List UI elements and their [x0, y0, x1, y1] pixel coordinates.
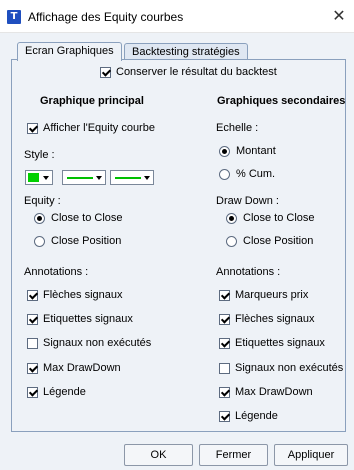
keep-result-checkbox[interactable] — [100, 67, 111, 78]
scale-montant-label: Montant — [236, 145, 276, 157]
style-label: Style : — [24, 149, 55, 161]
right-annotation-label: Légende — [235, 410, 278, 422]
title-bar: T Affichage des Equity courbes ✕ — [0, 0, 354, 33]
chevron-down-icon — [144, 176, 150, 180]
scale-montant-radio[interactable] — [219, 146, 230, 157]
left-annotation-label: Flèches signaux — [43, 289, 123, 301]
tab-ecran-graphiques[interactable]: Ecran Graphiques — [17, 42, 122, 61]
right-annotation-label: Marqueurs prix — [235, 289, 309, 301]
ok-button[interactable]: OK — [124, 444, 193, 466]
app-icon: T — [7, 10, 21, 24]
drawdown-close-to-close-label: Close to Close — [243, 212, 315, 224]
show-equity-label: Afficher l'Equity courbe — [43, 122, 155, 134]
equity-label: Equity : — [24, 195, 61, 207]
show-equity-checkbox[interactable] — [27, 123, 38, 134]
drawdown-close-position-radio[interactable] — [226, 236, 237, 247]
drawdown-close-position-label: Close Position — [243, 235, 314, 247]
scale-cum-label: % Cum. — [236, 168, 276, 180]
tab-backtesting-strategies[interactable]: Backtesting stratégies — [124, 43, 248, 59]
left-annotation-checkbox[interactable] — [27, 363, 38, 374]
left-annotation-label: Max DrawDown — [43, 362, 121, 374]
line-style-preview — [67, 177, 93, 179]
line-style-preview — [115, 177, 141, 179]
right-annotation-checkbox[interactable] — [219, 314, 230, 325]
left-annotation-label: Légende — [43, 386, 86, 398]
chevron-down-icon — [43, 176, 49, 180]
right-annotation-checkbox[interactable] — [219, 290, 230, 301]
style-color-dropdown[interactable] — [25, 170, 53, 185]
equity-close-to-close-radio[interactable] — [34, 213, 45, 224]
window-title: Affichage des Equity courbes — [28, 10, 184, 24]
right-annotation-label: Etiquettes signaux — [235, 337, 325, 349]
right-annotation-label: Flèches signaux — [235, 313, 315, 325]
left-annotation-checkbox[interactable] — [27, 314, 38, 325]
style-line-dropdown-2[interactable] — [110, 170, 154, 185]
scale-cum-radio[interactable] — [219, 169, 230, 180]
left-annotations-label: Annotations : — [24, 266, 89, 278]
color-swatch — [28, 173, 39, 182]
equity-close-position-radio[interactable] — [34, 236, 45, 247]
close-button[interactable]: Fermer — [199, 444, 268, 466]
drawdown-label: Draw Down : — [216, 195, 279, 207]
right-annotation-label: Signaux non exécutés — [235, 362, 344, 374]
right-annotation-checkbox[interactable] — [219, 363, 230, 374]
left-annotation-label: Signaux non exécutés — [43, 337, 152, 349]
drawdown-close-to-close-radio[interactable] — [226, 213, 237, 224]
left-annotation-checkbox[interactable] — [27, 290, 38, 301]
equity-close-to-close-label: Close to Close — [51, 212, 123, 224]
right-annotation-label: Max DrawDown — [235, 386, 313, 398]
apply-button[interactable]: Appliquer — [274, 444, 348, 466]
scale-label: Echelle : — [216, 122, 259, 134]
left-annotation-label: Etiquettes signaux — [43, 313, 133, 325]
right-annotation-checkbox[interactable] — [219, 387, 230, 398]
secondary-charts-heading: Graphiques secondaires — [217, 95, 346, 107]
left-annotation-checkbox[interactable] — [27, 387, 38, 398]
equity-close-position-label: Close Position — [51, 235, 122, 247]
chevron-down-icon — [96, 176, 102, 180]
left-annotation-checkbox[interactable] — [27, 338, 38, 349]
right-annotation-checkbox[interactable] — [219, 411, 230, 422]
main-chart-heading: Graphique principal — [40, 95, 144, 107]
right-annotations-label: Annotations : — [216, 266, 281, 278]
close-icon[interactable]: ✕ — [329, 6, 349, 26]
right-annotation-checkbox[interactable] — [219, 338, 230, 349]
style-line-dropdown-1[interactable] — [62, 170, 106, 185]
keep-result-label: Conserver le résultat du backtest — [116, 66, 277, 78]
